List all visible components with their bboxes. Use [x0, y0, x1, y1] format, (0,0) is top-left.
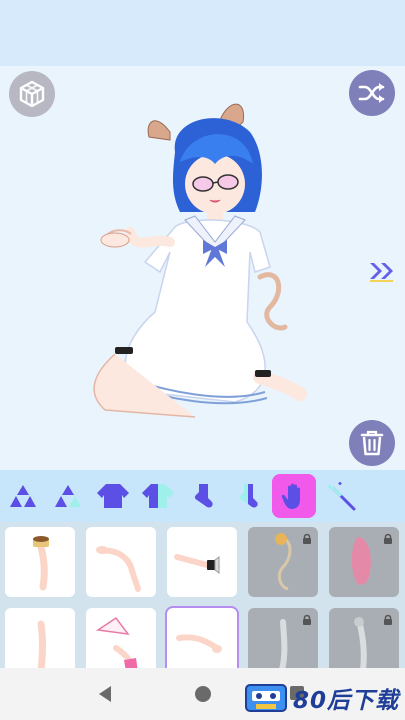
- tool-sock-solid[interactable]: [180, 473, 225, 519]
- shuffle-icon: [358, 83, 385, 103]
- magic-wand-icon: [325, 482, 355, 511]
- top-solid-icon: [96, 484, 129, 508]
- double-chevron-right-icon: [370, 263, 393, 282]
- hand-icon: [281, 483, 300, 509]
- tool-magic-wand[interactable]: [318, 473, 363, 519]
- tool-sock-split[interactable]: [225, 473, 270, 519]
- item-tile-locked[interactable]: [248, 527, 318, 597]
- top-banner: [0, 0, 405, 66]
- triangles-outline-icon: [54, 485, 81, 507]
- item-tile[interactable]: [5, 527, 75, 597]
- item-tile[interactable]: [167, 527, 237, 597]
- tool-triangles-outline[interactable]: [45, 473, 90, 519]
- watermark-text: 80后下载: [293, 688, 400, 714]
- tool-top-split[interactable]: [135, 473, 180, 519]
- delete-button[interactable]: [349, 420, 395, 466]
- item-tile-locked[interactable]: [329, 527, 399, 597]
- next-button[interactable]: [366, 258, 398, 284]
- item-tile-locked[interactable]: [248, 608, 318, 672]
- trash-icon: [360, 430, 384, 456]
- watermark: 80后下载: [244, 680, 404, 716]
- sock-solid-icon: [194, 484, 213, 508]
- item-tile[interactable]: [86, 608, 156, 672]
- item-tile[interactable]: [5, 608, 75, 672]
- lock-icon: [384, 614, 392, 625]
- sock-split-icon: [239, 484, 258, 508]
- lock-icon: [303, 533, 311, 544]
- top-split-icon: [141, 484, 174, 508]
- lock-icon: [303, 614, 311, 625]
- item-grid: [0, 522, 405, 672]
- item-tile[interactable]: [86, 527, 156, 597]
- tool-triangles-solid[interactable]: [0, 473, 45, 519]
- lock-icon: [384, 533, 392, 544]
- tool-top-solid[interactable]: [90, 473, 135, 519]
- triangles-solid-icon: [9, 485, 36, 507]
- home-circle-icon[interactable]: [195, 686, 211, 702]
- item-tile-locked[interactable]: [329, 608, 399, 672]
- tool-hand[interactable]: [272, 474, 316, 518]
- cube-3d-icon: [19, 80, 45, 108]
- shuffle-button[interactable]: [349, 70, 395, 116]
- character-illustration: [93, 103, 307, 418]
- category-toolbar: [0, 470, 405, 522]
- back-triangle-icon[interactable]: [97, 685, 113, 703]
- cassette-logo-icon: [245, 684, 287, 712]
- view-3d-button[interactable]: [9, 71, 55, 117]
- item-tile-selected[interactable]: [165, 606, 239, 672]
